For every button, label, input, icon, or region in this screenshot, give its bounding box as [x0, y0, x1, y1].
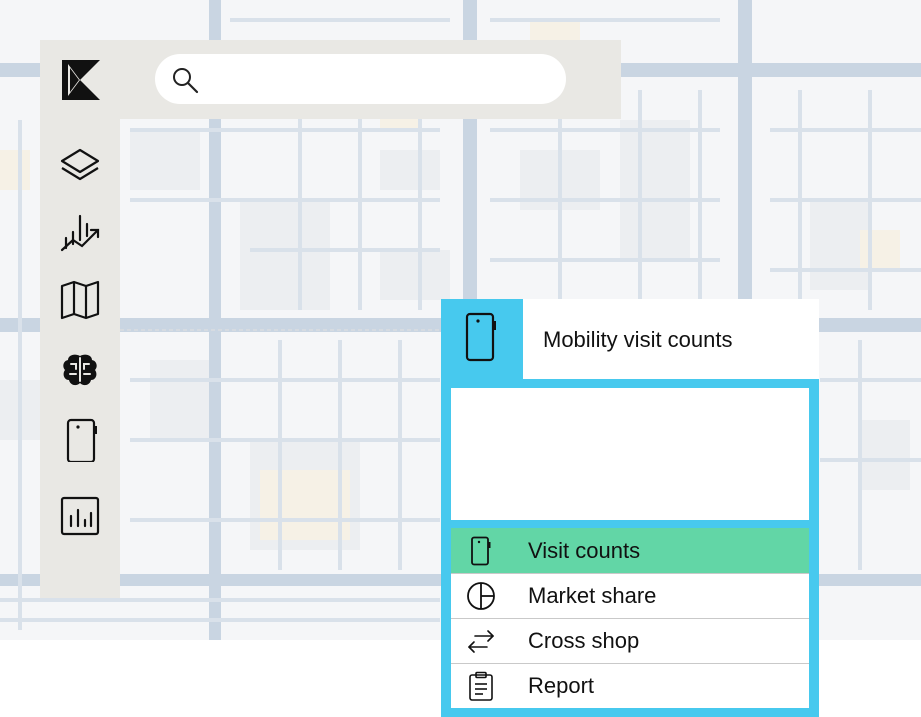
menu-item-label: Cross shop: [528, 627, 640, 653]
menu-item-market-share[interactable]: Market share: [451, 573, 809, 618]
search-icon: [171, 66, 199, 94]
sidebar-item-layers[interactable]: [54, 142, 106, 194]
sidebar-item-insights[interactable]: [54, 346, 106, 398]
phone-icon: [451, 528, 511, 573]
pie-chart-icon: [451, 573, 511, 618]
menu-item-label: Report: [528, 672, 595, 698]
panel-title: Mobility visit counts: [543, 327, 733, 352]
sidebar-item-reports[interactable]: [54, 492, 106, 544]
panel-header-icon-box: [441, 299, 523, 379]
sidebar-item-mobility[interactable]: [54, 416, 106, 468]
brain-icon: [58, 348, 102, 397]
layers-icon: [58, 144, 102, 193]
sidebar: [40, 119, 120, 598]
search-input[interactable]: [213, 62, 553, 96]
menu-item-label: Market share: [528, 582, 657, 608]
menu-item-cross-shop[interactable]: Cross shop: [451, 618, 809, 663]
trend-chart-icon: [58, 210, 102, 259]
map-icon: [58, 278, 102, 327]
panel-menu: Visit counts Market share Cross shop Rep…: [451, 528, 809, 708]
panel-content-area: [451, 388, 809, 520]
menu-item-visit-counts[interactable]: Visit counts: [451, 528, 809, 573]
top-bar: [40, 40, 621, 119]
clipboard-icon: [451, 663, 511, 708]
sidebar-item-map[interactable]: [54, 276, 106, 328]
menu-item-report[interactable]: Report: [451, 663, 809, 708]
bar-chart-icon: [58, 494, 102, 543]
menu-item-label: Visit counts: [528, 537, 641, 563]
phone-icon: [58, 418, 102, 467]
panel-body: Visit counts Market share Cross shop Rep…: [441, 379, 819, 717]
phone-icon: [464, 311, 500, 368]
swap-arrows-icon: [451, 618, 511, 663]
sidebar-item-analytics[interactable]: [54, 208, 106, 260]
k-logo[interactable]: [62, 60, 100, 100]
panel-header: Mobility visit counts: [441, 299, 819, 379]
search-bar[interactable]: [155, 54, 566, 104]
